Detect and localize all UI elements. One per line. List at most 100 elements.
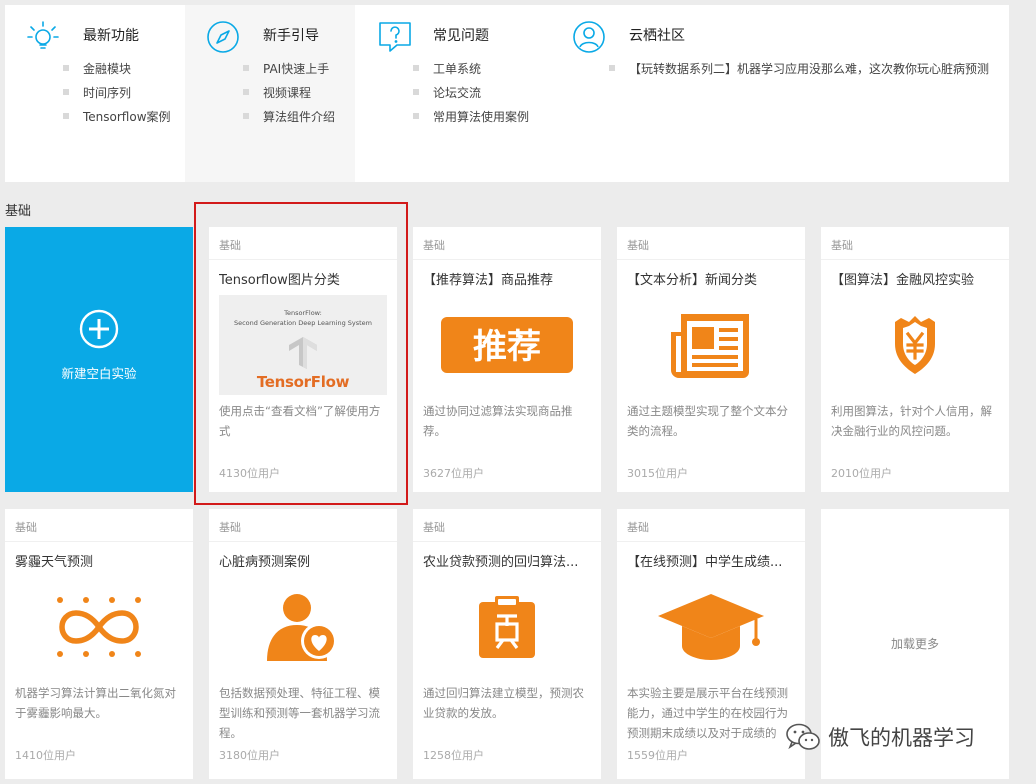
card-description: 机器学习算法计算出二氧化氮对于雾霾影响最大。	[15, 686, 176, 720]
card-description: 利用图算法，针对个人信用，解决金融行业的风控问题。	[831, 404, 992, 438]
new-experiment-label: 新建空白实验	[61, 366, 137, 381]
card-tag: 基础	[219, 239, 241, 252]
link-forum[interactable]: 论坛交流	[413, 81, 529, 105]
plus-circle-icon	[79, 309, 119, 349]
category-label: 基础	[5, 204, 32, 219]
card-tag: 基础	[423, 239, 445, 252]
section-latest-features: 最新功能 金融模块 时间序列 Tensorflow案例	[5, 5, 185, 182]
card-image	[423, 577, 591, 677]
card-title: 【文本分析】新闻分类	[627, 273, 758, 288]
link-common-algorithms[interactable]: 常用算法使用案例	[413, 105, 529, 129]
experiment-card-smog-prediction[interactable]: 基础 雾霾天气预测 机器学习算法计算出二氧化氮对于雾霾影响最大。 1410位用户	[5, 509, 193, 779]
experiment-card-online-prediction[interactable]: 基础 【在线预测】中学生成绩... 本实验主要是展示平台在线预测能力，通过中学生…	[617, 509, 805, 779]
card-description: 本实验主要是展示平台在线预测能力，通过中学生的在校园行为预测期末成绩以及对于成绩…	[627, 686, 788, 740]
link-pai-quickstart[interactable]: PAI快速上手	[243, 57, 335, 81]
loan-clipboard-icon	[479, 596, 535, 658]
card-description: 使用点击“查看文档”了解使用方式	[219, 404, 381, 438]
card-user-count: 1410位用户	[15, 749, 76, 762]
card-user-count: 1559位用户	[627, 749, 688, 762]
infinity-dots-icon	[57, 597, 141, 657]
link-video-course[interactable]: 视频课程	[243, 81, 335, 105]
card-title: 雾霾天气预测	[15, 555, 94, 570]
card-image	[627, 295, 795, 395]
section-title: 云栖社区	[629, 28, 685, 44]
top-panel: 最新功能 金融模块 时间序列 Tensorflow案例 新手引导 PAI快速上手…	[5, 5, 1009, 182]
card-title: Tensorflow图片分类	[219, 273, 340, 288]
card-user-count: 2010位用户	[831, 467, 892, 480]
lightbulb-icon	[27, 21, 59, 49]
card-description: 通过回归算法建立模型，预测农业贷款的发放。	[423, 686, 584, 720]
card-image	[15, 577, 183, 677]
link-tensorflow-case[interactable]: Tensorflow案例	[63, 105, 171, 129]
wechat-icon	[786, 723, 820, 750]
watermark-text: 傲飞的机器学习	[828, 726, 975, 750]
graduation-cap-icon	[658, 594, 764, 660]
section-beginner-guide: 新手引导 PAI快速上手 视频课程 算法组件介绍	[185, 5, 355, 182]
card-title: 【在线预测】中学生成绩...	[627, 555, 783, 570]
load-more-label: 加载更多	[890, 637, 939, 651]
section-community: 云栖社区 【玩转数据系列二】机器学习应用没那么难，这次教你玩心脏病预测	[555, 5, 1009, 182]
tf-image-line1: TensorFlow:	[284, 309, 322, 317]
tf-image-line2: Second Generation Deep Learning System	[233, 319, 373, 327]
card-description: 通过主题模型实现了整个文本分类的流程。	[627, 404, 788, 438]
card-user-count: 1258位用户	[423, 749, 484, 762]
divider	[413, 259, 601, 260]
card-description: 通过协同过滤算法实现商品推荐。	[423, 404, 573, 438]
card-title: 心脏病预测案例	[219, 555, 311, 570]
card-description: 包括数据预处理、特征工程、模型训练和预测等一套机器学习流程。	[219, 686, 380, 740]
link-time-series[interactable]: 时间序列	[63, 81, 171, 105]
watermark: 傲飞的机器学习	[786, 722, 975, 752]
card-tag: 基础	[15, 521, 37, 534]
divider	[617, 259, 805, 260]
divider	[209, 541, 397, 542]
card-title: 【图算法】金融风控实验	[831, 273, 975, 288]
card-tag: 基础	[423, 521, 445, 534]
divider	[209, 259, 397, 260]
tensorflow-image: TensorFlow: Second Generation Deep Learn…	[219, 295, 387, 395]
divider	[5, 541, 193, 542]
card-image	[831, 295, 999, 395]
card-user-count: 4130位用户	[219, 467, 280, 480]
link-ticket-system[interactable]: 工单系统	[413, 57, 529, 81]
card-tag: 基础	[219, 521, 241, 534]
experiment-card-tensorflow[interactable]: 基础 Tensorflow图片分类 TensorFlow: Second Gen…	[209, 227, 397, 492]
question-bubble-icon	[379, 22, 411, 52]
card-image	[627, 577, 795, 677]
tensorflow-logo-icon	[289, 337, 317, 369]
user-avatar-icon	[573, 21, 605, 53]
link-finance-module[interactable]: 金融模块	[63, 57, 171, 81]
shield-yen-icon	[895, 316, 935, 374]
experiment-card-agri-loan[interactable]: 基础 农业贷款预测的回归算法... 通过回归算法建立模型，预测农业贷款的发放。 …	[413, 509, 601, 779]
newspaper-icon	[671, 314, 749, 378]
card-title: 农业贷款预测的回归算法...	[423, 555, 579, 570]
new-experiment-button[interactable]: 新建空白实验	[5, 227, 193, 492]
section-title: 最新功能	[83, 28, 139, 44]
faq-list: 工单系统 论坛交流 常用算法使用案例	[413, 57, 529, 129]
experiment-card-news-classification[interactable]: 基础 【文本分析】新闻分类 通过主题模型实现了整个文本分类的流程。 3015位用…	[617, 227, 805, 492]
card-image: 推荐	[423, 295, 591, 395]
link-algorithm-components[interactable]: 算法组件介绍	[243, 105, 335, 129]
link-community-article[interactable]: 【玩转数据系列二】机器学习应用没那么难，这次教你玩心脏病预测	[609, 57, 989, 81]
divider	[413, 541, 601, 542]
latest-features-list: 金融模块 时间序列 Tensorflow案例	[63, 57, 171, 129]
recommend-badge-text: 推荐	[473, 327, 541, 367]
card-tag: 基础	[627, 239, 649, 252]
section-faq: 常见问题 工单系统 论坛交流 常用算法使用案例	[355, 5, 555, 182]
card-tag: 基础	[831, 239, 853, 252]
person-heart-icon	[267, 594, 337, 661]
beginner-guide-list: PAI快速上手 视频课程 算法组件介绍	[243, 57, 335, 129]
divider	[617, 541, 805, 542]
tf-image-word: TensorFlow	[256, 373, 350, 391]
card-user-count: 3180位用户	[219, 749, 280, 762]
experiment-card-heart-disease[interactable]: 基础 心脏病预测案例 包括数据预处理、特征工程、模型训练和预测等一套机器学习流程…	[209, 509, 397, 779]
card-user-count: 3015位用户	[627, 467, 688, 480]
experiment-card-recommendation[interactable]: 基础 【推荐算法】商品推荐 推荐 通过协同过滤算法实现商品推荐。 3627位用户	[413, 227, 601, 492]
card-image: TensorFlow: Second Generation Deep Learn…	[219, 295, 387, 395]
section-title: 常见问题	[433, 28, 489, 44]
card-title: 【推荐算法】商品推荐	[423, 273, 554, 288]
card-image	[219, 577, 387, 677]
recommend-badge-icon: 推荐	[441, 317, 573, 373]
experiment-card-finance-risk[interactable]: 基础 【图算法】金融风控实验 利用图算法，针对个人信用，解决金融行业的风控问题。…	[821, 227, 1009, 492]
community-list: 【玩转数据系列二】机器学习应用没那么难，这次教你玩心脏病预测	[609, 57, 989, 81]
section-title: 新手引导	[263, 28, 319, 44]
